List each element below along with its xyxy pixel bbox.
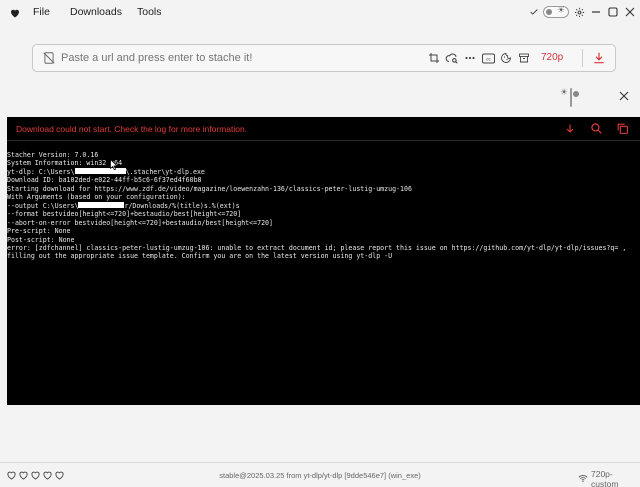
log-line: With Arguments (based on your configurat… [7,193,186,202]
log-line: System Information: win32 x64 [7,159,123,168]
log-line: Starting download for https://www.zdf.de… [7,184,412,193]
copy-icon[interactable] [616,122,629,140]
log-line: Stacher Version: 7.0.16 [7,151,99,159]
gear-icon[interactable] [573,5,585,19]
menu-bar: File Downloads Tools ☀ [0,0,640,26]
log-line: --output C:\Users\ r/Downloads/%(title)s.… [7,201,240,210]
minimize-icon[interactable] [590,5,602,19]
log-line: filling out the appropriate issue templa… [7,252,393,261]
log-line: yt-dlp: C:\Users\ \.stacher\yt-dlp.exe [7,167,205,176]
log-line: --format bestvideo[height<=720]+bestaudi… [7,210,242,219]
close-icon[interactable] [624,5,636,19]
toolbar-divider [582,49,583,67]
log-line: Post-script: None [7,235,75,244]
archive-icon[interactable] [517,51,531,65]
download-log-icon[interactable] [564,122,576,140]
search-icon[interactable] [590,122,603,140]
status-bar: stable@2025.03.25 from yt-dlp/yt-dlp [9d… [0,462,640,487]
menu-tools[interactable]: Tools [137,6,162,18]
menu-file[interactable]: File [33,6,50,18]
more-icon[interactable] [463,51,477,65]
cloud-search-icon[interactable] [445,51,459,65]
check-icon[interactable] [528,5,540,19]
error-banner: Download could not start. Check the log … [16,124,248,134]
maximize-icon[interactable] [607,5,619,19]
log-output: Stacher Version: 7.0.16 System Informatio… [7,151,640,261]
wifi-icon [578,474,588,485]
log-line: error: [zdfchannel] classics-peter-lusti… [7,243,627,252]
preset-indicator[interactable]: 720p-custom [578,469,640,487]
download-icon[interactable] [592,51,606,65]
version-info: stable@2025.03.25 from yt-dlp/yt-dlp [9d… [219,471,421,480]
svg-text:cc: cc [486,56,491,61]
menu-downloads[interactable]: Downloads [70,6,122,18]
crop-icon[interactable] [427,51,441,65]
log-line: --abort-on-error bestvideo[height<=720]+… [7,218,273,227]
console-header: Download could not start. Check the log … [7,117,640,141]
log-console: Download could not start. Check the log … [7,117,640,405]
redacted-username [78,202,125,209]
url-bar: cc 720p [32,44,616,72]
theme-toggle[interactable]: ☀ [543,5,569,19]
cc-icon[interactable]: cc [481,51,495,65]
console-theme-toggle[interactable]: ☀ [560,88,579,107]
console-close-icon[interactable] [619,88,629,106]
resolution-select[interactable]: 720p [541,52,563,63]
log-line: Pre-script: None [7,227,71,236]
heart-icon[interactable] [9,6,21,18]
log-line: Download ID: ba102ded-e022-44ff-b5c6-6f3… [7,176,202,185]
preset-label: 720p-custom [591,469,619,487]
url-input[interactable] [61,48,421,68]
mouse-cursor-icon [110,157,118,175]
link-off-icon [42,51,56,70]
cookie-icon[interactable] [499,51,513,65]
